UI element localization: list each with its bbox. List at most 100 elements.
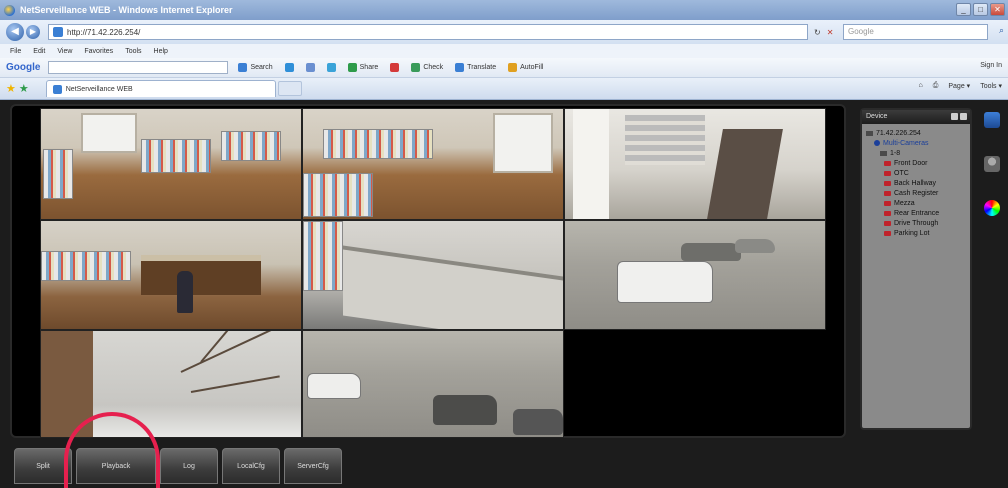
ie-app-icon [4,4,15,16]
camera-view-parking-lot[interactable] [302,330,564,438]
camera-icon [884,210,891,216]
tree-camera-mezza[interactable]: Mezza [866,198,966,208]
video-grid [10,104,846,438]
menu-tools[interactable]: Tools [125,48,141,55]
split-button[interactable]: Split [14,448,72,484]
tree-root[interactable]: 71.42.226.254 [866,128,966,138]
camera-view-mezza[interactable] [302,220,564,330]
back-button[interactable]: ◀ [6,23,24,41]
counter [141,255,261,295]
camera-view-rear-entrance[interactable] [564,220,826,330]
forward-button[interactable]: ▶ [26,25,40,39]
page-menu[interactable]: Page ▾ [948,82,970,90]
google-tool-4[interactable] [326,63,336,72]
playback-button[interactable]: Playback [76,448,156,484]
google-search-button[interactable]: Search [238,63,273,72]
menu-view[interactable]: View [57,48,72,55]
camera-view-cash-register[interactable] [40,220,302,330]
maximize-button[interactable]: □ [973,3,988,16]
store-window [81,113,137,153]
search-icon[interactable]: ⌕ [999,25,1004,36]
google-tool-6[interactable] [390,63,400,72]
menu-file[interactable]: File [10,48,21,55]
url-field[interactable]: http://71.42.226.254/ [48,24,808,40]
color-adjust-icon[interactable] [984,200,1000,216]
google-autofill-button[interactable]: AutoFill [508,63,543,72]
google-tool-2[interactable] [284,63,294,72]
google-tool-4-icon [326,63,336,72]
google-translate-button[interactable]: Translate [455,63,496,72]
camera-view-otc[interactable] [302,108,564,220]
camera-view-front-door[interactable] [40,108,302,220]
panel-pin-icon[interactable] [951,113,958,120]
tree-group[interactable]: Multi-Cameras [866,138,966,148]
tree-camera-cash-register[interactable]: Cash Register [866,188,966,198]
white-car [307,373,361,399]
tree-camera-otc[interactable]: OTC [866,168,966,178]
window-titlebar: NetServeillance WEB - Windows Internet E… [0,0,1008,20]
camera-view-back-hallway[interactable] [564,108,826,220]
favorites-star-icon[interactable]: ★ [6,82,16,95]
stop-icon[interactable]: ✕ [827,28,834,37]
google-check-button[interactable]: Check [411,63,443,72]
device-tree: 71.42.226.254 Multi-Cameras 1-8 Front Do… [862,124,970,242]
tools-menu[interactable]: Tools ▾ [980,82,1002,90]
close-button[interactable]: ✕ [990,3,1005,16]
search-input[interactable]: Google [843,24,988,40]
menu-edit[interactable]: Edit [33,48,45,55]
tree-camera-rear-entrance[interactable]: Rear Entrance [866,208,966,218]
panel-close-icon[interactable] [960,113,967,120]
camera-icon [884,220,891,226]
tree-subgroup-label: 1-8 [890,149,901,157]
log-button[interactable]: Log [160,448,218,484]
add-favorites-icon[interactable]: ★ [19,82,29,95]
google-search-label: Search [250,64,273,71]
print-icon[interactable]: ⎙ [933,82,939,90]
tab-netserveillance[interactable]: NetServeillance WEB [45,80,276,97]
tree-camera-parking-lot[interactable]: Parking Lot [866,228,966,238]
refresh-icon[interactable]: ↻ [814,28,821,37]
network-icon[interactable] [984,112,1000,128]
tree-camera-back-hallway[interactable]: Back Hallway [866,178,966,188]
camera-icon [884,160,891,166]
google-autofill-icon [508,63,518,72]
store-shelf [141,139,211,173]
user-icon[interactable] [984,156,1000,172]
hallway-wall [707,129,783,219]
group-icon [874,140,880,146]
server-config-button[interactable]: ServerCfg [284,448,342,484]
google-sign-in-link[interactable]: Sign In [980,62,1002,69]
tree-camera-label: OTC [894,169,909,177]
person [177,271,193,313]
tree-camera-label: Drive Through [894,219,939,227]
parked-car [433,395,497,425]
google-translate-label: Translate [467,64,497,71]
menu-favorites[interactable]: Favorites [84,48,113,55]
google-search-input[interactable] [48,61,229,74]
tree-camera-front-door[interactable]: Front Door [866,158,966,168]
camera-icon [884,200,891,206]
window-title: NetServeillance WEB - Windows Internet E… [20,5,233,15]
door-frame [41,331,93,437]
minimize-button[interactable]: _ [956,3,971,16]
google-search-icon [238,63,248,72]
tree-subgroup[interactable]: 1-8 [866,148,966,158]
camera-icon [884,230,891,236]
tab-label: NetServeillance WEB [65,85,133,93]
camera-icon [884,180,891,186]
tree-camera-label: Mezza [894,199,915,207]
tree-branch [190,375,280,393]
device-panel-title: Device [866,113,888,120]
store-shelf [323,129,433,159]
google-share-button[interactable]: Share [347,63,379,72]
google-tool-3[interactable] [305,63,315,72]
google-share-label: Share [359,64,379,71]
white-suv [617,261,713,303]
new-tab-button[interactable] [277,81,302,96]
tree-camera-drive-through[interactable]: Drive Through [866,218,966,228]
menu-help[interactable]: Help [154,48,168,55]
local-config-button[interactable]: LocalCfg [222,448,280,484]
home-icon[interactable]: ⌂ [919,82,923,90]
camera-view-drive-through[interactable] [40,330,302,438]
tree-camera-label: Cash Register [894,189,939,197]
